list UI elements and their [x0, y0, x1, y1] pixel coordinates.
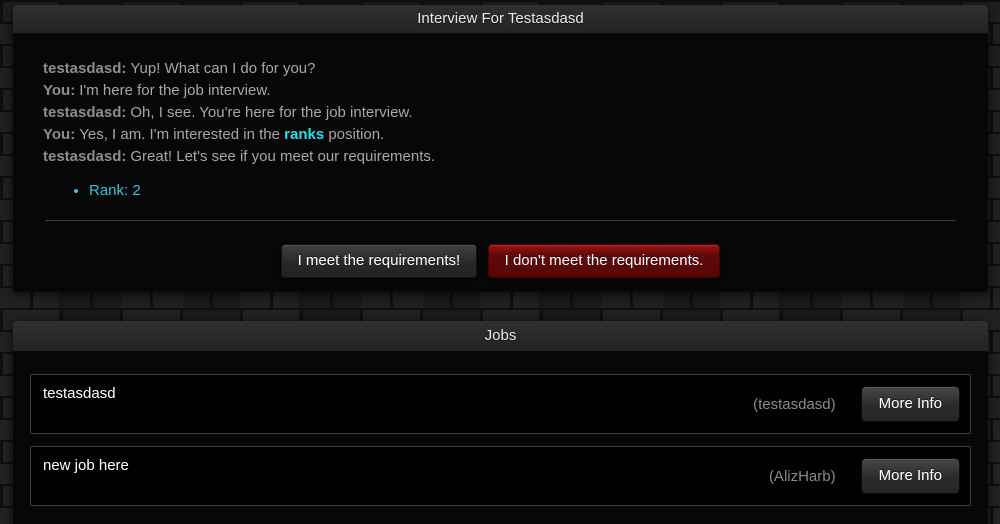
job-owner: (testasdasd) — [753, 396, 836, 413]
dont-meet-requirements-button[interactable]: I don't meet the requirements. — [488, 244, 721, 278]
more-info-button[interactable]: More Info — [861, 386, 960, 422]
chat-line: You:I'm here for the job interview. — [43, 80, 958, 102]
chat-speaker: You: — [43, 126, 75, 143]
chat-message-post: position. — [324, 126, 384, 143]
chat-line: testasdasd:Oh, I see. You're here for th… — [43, 102, 958, 124]
job-card: testasdasd (testasdasd) More Info — [30, 374, 971, 434]
jobs-panel-title: Jobs — [13, 321, 988, 352]
chat-line: testasdasd:Yup! What can I do for you? — [43, 58, 958, 80]
interview-button-row: I meet the requirements! I don't meet th… — [43, 244, 958, 278]
jobs-panel: Jobs testasdasd (testasdasd) More Info n… — [13, 321, 988, 524]
job-owner: (AlizHarb) — [769, 468, 836, 485]
chat-speaker: testasdasd: — [43, 60, 126, 77]
chat-message: Oh, I see. You're here for the job inter… — [130, 104, 412, 121]
jobs-panel-body: testasdasd (testasdasd) More Info new jo… — [13, 352, 988, 524]
interview-panel: Interview For Testasdasd testasdasd:Yup!… — [13, 5, 988, 292]
chat-speaker: testasdasd: — [43, 104, 126, 121]
job-card-actions: (AlizHarb) More Info — [769, 458, 960, 494]
chat-message: Yup! What can I do for you? — [130, 60, 315, 77]
meet-requirements-button[interactable]: I meet the requirements! — [281, 244, 478, 278]
interview-panel-title: Interview For Testasdasd — [13, 5, 988, 34]
requirement-item-rank: Rank: 2 — [89, 180, 958, 202]
more-info-button[interactable]: More Info — [861, 458, 960, 494]
chat-speaker: testasdasd: — [43, 148, 126, 165]
job-card: new job here (AlizHarb) More Info — [30, 446, 971, 506]
chat-message: Great! Let's see if you meet our require… — [130, 148, 435, 165]
ranks-position-highlight: ranks — [284, 126, 324, 143]
requirements-list: Rank: 2 — [43, 180, 958, 202]
divider — [45, 220, 956, 221]
chat-message-pre: Yes, I am. I'm interested in the — [79, 126, 284, 143]
job-card-actions: (testasdasd) More Info — [753, 386, 960, 422]
chat-transcript: testasdasd:Yup! What can I do for you? Y… — [43, 58, 958, 168]
chat-message: Yes, I am. I'm interested in the ranks p… — [79, 126, 384, 143]
interview-panel-body: testasdasd:Yup! What can I do for you? Y… — [13, 34, 988, 292]
chat-line: You:Yes, I am. I'm interested in the ran… — [43, 124, 958, 146]
chat-line: testasdasd:Great! Let's see if you meet … — [43, 146, 958, 168]
chat-message: I'm here for the job interview. — [79, 82, 270, 99]
brick-background: { "interview": { "title": "Interview For… — [0, 5, 1000, 524]
chat-speaker: You: — [43, 82, 75, 99]
